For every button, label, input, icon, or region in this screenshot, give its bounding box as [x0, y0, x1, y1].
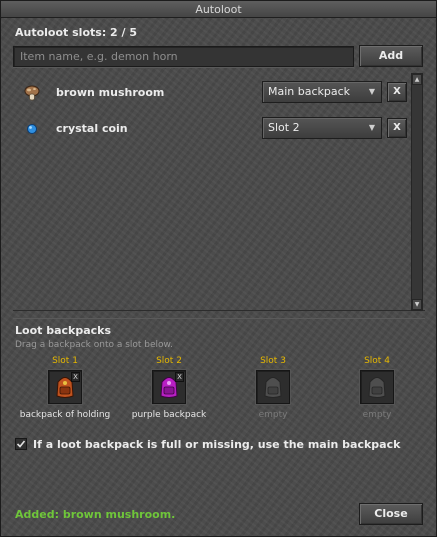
status-message: Added: brown mushroom.	[15, 508, 176, 521]
slot-drop-target[interactable]	[360, 370, 394, 404]
loot-slot-3: Slot 3 empty	[223, 356, 323, 420]
remove-item-button[interactable]: X	[387, 118, 407, 138]
destination-select[interactable]: Slot 2 ▼	[262, 117, 382, 139]
remove-backpack-button[interactable]: X	[175, 372, 184, 382]
loot-backpacks-title: Loot backpacks	[15, 324, 112, 337]
item-name-input[interactable]	[13, 46, 354, 67]
fallback-label[interactable]: If a loot backpack is full or missing, u…	[33, 438, 400, 451]
loot-slot-4: Slot 4 empty	[327, 356, 427, 420]
close-button[interactable]: Close	[359, 503, 423, 525]
autoloot-window: Autoloot Autoloot slots: 2 / 5 Add ▲ ▼ b…	[0, 0, 437, 537]
destination-value: Main backpack	[268, 85, 351, 98]
destination-select[interactable]: Main backpack ▼	[262, 81, 382, 103]
mushroom-icon	[24, 85, 40, 101]
slot-label: Slot 3	[260, 356, 286, 366]
destination-value: Slot 2	[268, 121, 300, 134]
scroll-down-icon[interactable]: ▼	[412, 299, 422, 310]
empty-backpack-icon	[264, 377, 282, 398]
remove-item-button[interactable]: X	[387, 82, 407, 102]
loot-slot-2: Slot 2 X purple backpack	[119, 356, 219, 420]
list-item: crystal coin Slot 2 ▼ X	[13, 117, 411, 141]
checkmark-icon	[16, 440, 26, 448]
slot-backpack-name: empty	[362, 410, 392, 420]
list-scrollbar[interactable]: ▲ ▼	[411, 73, 423, 311]
slot-drop-target[interactable]	[256, 370, 290, 404]
list-item: brown mushroom Main backpack ▼ X	[13, 81, 411, 105]
remove-backpack-button[interactable]: X	[71, 372, 80, 382]
slots-count: Autoloot slots: 2 / 5	[15, 26, 138, 39]
slot-drop-target[interactable]: X	[152, 370, 186, 404]
chevron-down-icon: ▼	[368, 87, 375, 96]
crystal-coin-icon	[27, 124, 37, 134]
chevron-down-icon: ▼	[368, 123, 375, 132]
item-name: brown mushroom	[56, 86, 165, 99]
slot-drop-target[interactable]: X	[48, 370, 82, 404]
loot-backpacks-hint: Drag a backpack onto a slot below.	[15, 340, 173, 350]
section-divider	[13, 318, 425, 319]
add-button[interactable]: Add	[359, 45, 423, 67]
scroll-up-icon[interactable]: ▲	[412, 74, 422, 85]
empty-backpack-icon	[368, 377, 386, 398]
slot-backpack-name: purple backpack	[131, 410, 207, 420]
slot-label: Slot 4	[364, 356, 390, 366]
loot-slot-1: Slot 1 X backpack of holding	[15, 356, 115, 420]
autoloot-list	[13, 73, 425, 311]
slot-label: Slot 2	[156, 356, 182, 366]
window-title[interactable]: Autoloot	[1, 1, 436, 18]
fallback-checkbox[interactable]	[15, 438, 27, 450]
item-name: crystal coin	[56, 122, 128, 135]
slot-backpack-name: backpack of holding	[19, 410, 111, 420]
slot-label: Slot 1	[52, 356, 78, 366]
slot-backpack-name: empty	[258, 410, 288, 420]
